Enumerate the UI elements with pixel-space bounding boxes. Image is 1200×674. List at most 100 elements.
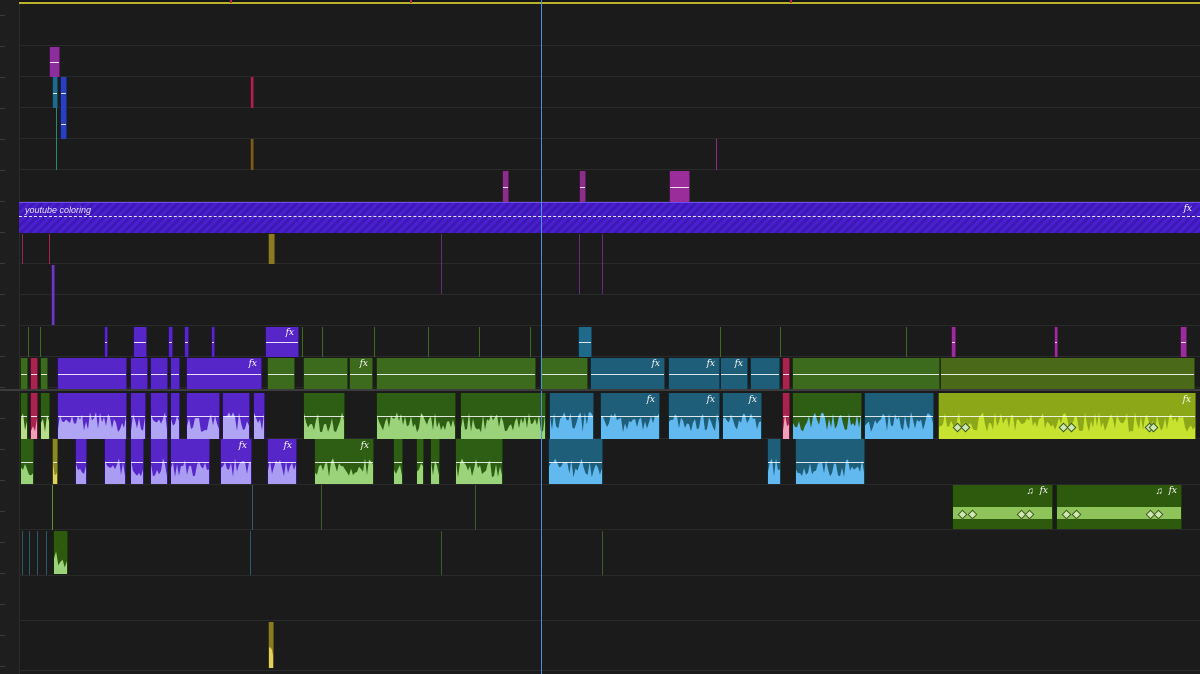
volume-rubberband[interactable]: [793, 373, 939, 375]
video-clip[interactable]: [51, 265, 55, 325]
track-row[interactable]: [19, 6, 1200, 46]
track-row[interactable]: [19, 264, 1200, 295]
audio-clip[interactable]: [416, 439, 424, 484]
audio-clip[interactable]: fx: [722, 393, 762, 439]
clip-edit-line[interactable]: [22, 234, 23, 264]
video-clip[interactable]: [30, 358, 38, 389]
volume-rubberband[interactable]: [580, 186, 585, 188]
clip-edit-line[interactable]: [40, 327, 41, 357]
volume-rubberband[interactable]: [670, 186, 689, 188]
audio-clip[interactable]: [548, 439, 603, 484]
volume-rubberband[interactable]: [456, 461, 502, 463]
audio-clip[interactable]: [430, 439, 440, 484]
volume-rubberband[interactable]: [723, 416, 761, 417]
volume-rubberband[interactable]: [579, 342, 591, 343]
video-clip[interactable]: [130, 358, 148, 389]
video-clip[interactable]: [170, 358, 180, 389]
track-row[interactable]: [19, 621, 1200, 671]
audio-clip[interactable]: [393, 439, 403, 484]
volume-rubberband[interactable]: [796, 461, 864, 463]
volume-rubberband[interactable]: [134, 342, 146, 343]
audio-clip[interactable]: fx: [314, 439, 374, 484]
audio-clip[interactable]: [460, 393, 546, 439]
video-clip[interactable]: [376, 358, 536, 389]
audio-clip[interactable]: [75, 439, 87, 484]
volume-rubberband[interactable]: [105, 342, 107, 343]
volume-rubberband[interactable]: [41, 373, 47, 375]
clip-edit-line[interactable]: [428, 327, 429, 357]
volume-rubberband[interactable]: [1181, 342, 1186, 343]
volume-rubberband[interactable]: [171, 416, 179, 417]
volume-rubberband[interactable]: [31, 416, 37, 417]
volume-rubberband[interactable]: [21, 461, 33, 463]
video-clip[interactable]: [940, 358, 1195, 389]
audio-clip[interactable]: [376, 393, 456, 439]
track-row[interactable]: [19, 233, 1200, 264]
volume-rubberband[interactable]: [151, 416, 167, 417]
clip-edit-line[interactable]: [906, 327, 907, 357]
video-clip[interactable]: [540, 358, 588, 389]
video-clip[interactable]: [792, 358, 940, 389]
video-clip[interactable]: [60, 77, 67, 108]
audio-clip[interactable]: fx: [668, 393, 720, 439]
volume-rubberband[interactable]: [952, 342, 955, 343]
audio-clip[interactable]: [170, 439, 210, 484]
clip-edit-line[interactable]: [579, 234, 580, 294]
volume-rubberband[interactable]: [315, 461, 373, 463]
volume-rubberband[interactable]: [541, 373, 587, 375]
volume-rubberband[interactable]: [768, 461, 780, 463]
audio-clip[interactable]: [549, 393, 594, 439]
volume-rubberband[interactable]: [61, 92, 66, 94]
video-audio-divider[interactable]: [0, 389, 1200, 391]
video-clip[interactable]: fx: [590, 358, 665, 389]
ruler-marker[interactable]: [790, 0, 792, 3]
video-clip[interactable]: [184, 327, 189, 357]
volume-rubberband[interactable]: [21, 373, 27, 375]
audio-clip[interactable]: [57, 393, 127, 439]
volume-rubberband[interactable]: [591, 373, 664, 375]
volume-rubberband[interactable]: [941, 373, 1194, 375]
volume-rubberband[interactable]: [151, 461, 167, 463]
volume-rubberband[interactable]: [105, 461, 125, 463]
video-clip[interactable]: [20, 358, 28, 389]
clip-edit-line[interactable]: [322, 327, 323, 357]
time-ruler[interactable]: [19, 0, 1200, 4]
clip-edit-line[interactable]: [29, 531, 30, 575]
volume-rubberband[interactable]: [394, 461, 402, 463]
video-clip[interactable]: [104, 327, 108, 357]
volume-rubberband[interactable]: [50, 62, 59, 63]
audio-clip[interactable]: [170, 393, 180, 439]
volume-rubberband[interactable]: [169, 342, 172, 343]
audio-clip[interactable]: [186, 393, 220, 439]
video-clip[interactable]: [1054, 327, 1058, 357]
video-clip[interactable]: [40, 358, 48, 389]
timeline-panel[interactable]: youtube coloring fx fx fx fx fx fx fx fx fx fx fx…: [0, 0, 1200, 674]
video-clip[interactable]: [782, 358, 790, 389]
volume-rubberband[interactable]: [221, 461, 251, 463]
video-clip[interactable]: [951, 327, 956, 357]
audio-clip[interactable]: [268, 622, 274, 668]
volume-rubberband[interactable]: [783, 416, 789, 417]
audio-clip[interactable]: [20, 393, 28, 439]
audio-clip[interactable]: [30, 393, 38, 439]
clip-edit-line[interactable]: [56, 108, 57, 170]
track-row[interactable]: [19, 170, 1200, 202]
music-clip[interactable]: fx ♫: [1056, 485, 1182, 529]
video-clip[interactable]: [211, 327, 215, 357]
clip-edit-line[interactable]: [441, 531, 442, 575]
video-clip[interactable]: [250, 139, 254, 170]
clip-edit-line[interactable]: [479, 327, 480, 357]
video-clip[interactable]: [578, 327, 592, 357]
video-clip[interactable]: fx: [668, 358, 720, 389]
audio-clip[interactable]: [222, 393, 250, 439]
video-clip[interactable]: fx: [265, 327, 299, 357]
clip-edit-line[interactable]: [475, 485, 476, 530]
video-clip[interactable]: [669, 171, 690, 202]
audio-clip[interactable]: [795, 439, 865, 484]
audio-clip[interactable]: fx: [938, 393, 1196, 439]
volume-rubberband[interactable]: [865, 416, 933, 417]
video-clip[interactable]: fx: [720, 358, 748, 389]
playhead[interactable]: [541, 0, 542, 674]
video-clip[interactable]: [750, 358, 780, 389]
volume-rubberband[interactable]: [431, 461, 439, 463]
